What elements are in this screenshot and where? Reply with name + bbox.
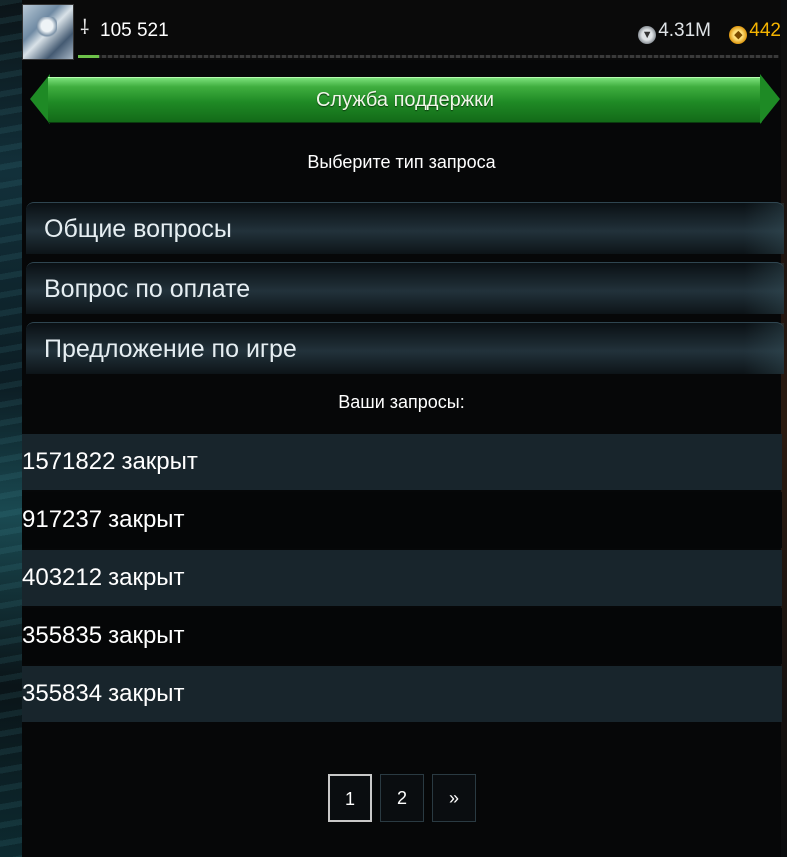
page-1-button[interactable]: 1 [328,774,372,822]
request-id: 355834 [22,680,103,707]
request-id: 403212 [22,564,103,591]
gold-coin-icon: ◆ [729,26,748,44]
request-id: 355835 [22,622,103,649]
request-type-heading: Выберите тип запроса [307,152,496,172]
request-id: 917237 [22,506,103,533]
request-row[interactable]: 917237 закрыт [22,492,782,548]
avatar[interactable] [22,4,74,60]
page-2-button[interactable]: 2 [380,774,424,822]
request-status: закрыт [108,680,185,707]
right-decorative-edge [781,0,787,857]
request-row[interactable]: 355835 закрыт [22,608,782,664]
my-requests-heading: Ваши запросы: [338,392,465,412]
request-row[interactable]: 1571822 закрыт [22,434,782,490]
experience-bar-fill [78,55,100,58]
request-id: 1571822 [22,448,116,475]
dagger-icon: ⸸ [80,17,90,39]
page-title: Служба поддержки [48,77,762,123]
top-status-bar: ⸸ 105 521 ▼ 4.31M ◆ 442 [22,0,781,60]
request-status: закрыт [121,448,198,475]
silver-value: 4.31M [658,20,711,41]
request-status: закрыт [108,564,185,591]
request-status: закрыт [108,506,185,533]
banner-right-cap [760,74,780,124]
left-decorative-edge [0,0,22,857]
banner-left-cap [30,74,50,124]
game-suggestion-button[interactable]: Предложение по игре [26,322,784,374]
gold-value: 442 [749,20,781,41]
score-value: 105 521 [100,20,169,41]
silver-coin-icon: ▼ [638,26,657,44]
experience-bar [78,55,779,58]
title-banner: Служба поддержки [26,74,784,124]
request-status: закрыт [108,622,185,649]
request-row[interactable]: 403212 закрыт [22,550,782,606]
payment-question-button[interactable]: Вопрос по оплате [26,262,784,314]
request-row[interactable]: 355834 закрыт [22,666,782,722]
gold-resource: ◆ 442 [729,20,781,44]
general-questions-button[interactable]: Общие вопросы [26,202,784,254]
silver-resource: ▼ 4.31M [638,20,711,44]
next-page-button[interactable]: » [432,774,476,822]
